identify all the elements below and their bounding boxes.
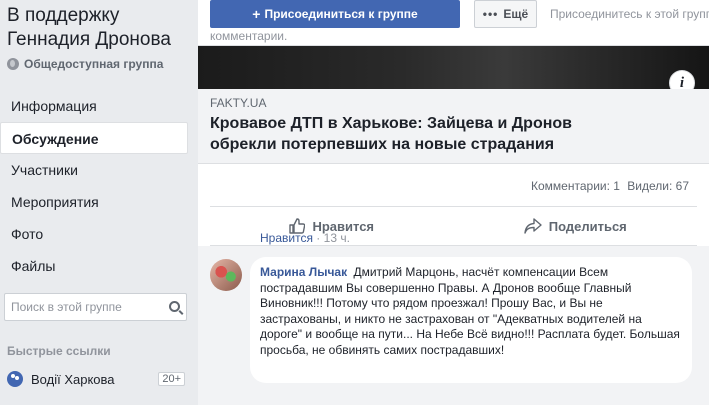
comments-count[interactable]: Комментарии: 1	[531, 179, 620, 193]
more-dots-icon: •••	[482, 7, 499, 21]
more-button[interactable]: ••• Ещё	[474, 0, 537, 28]
nav-item-members[interactable]: Участники	[0, 154, 188, 186]
join-group-button[interactable]: + Присоединиться к группе	[210, 0, 460, 28]
quick-link-label: Водії Харкова	[31, 371, 115, 387]
globe-icon	[7, 58, 19, 70]
join-group-label: Присоединиться к группе	[264, 7, 418, 21]
nav-item-photos[interactable]: Фото	[0, 218, 188, 250]
group-title[interactable]: В поддержку Геннадия Дронова	[7, 4, 197, 52]
group-search-input[interactable]	[11, 300, 161, 314]
plus-icon: +	[252, 6, 261, 22]
quick-link-item[interactable]: Водії Харкова 20+	[7, 369, 185, 389]
post-card: i FAKTY.UA Кровавое ДТП в Харькове: Зайц…	[198, 45, 709, 405]
quick-links-title: Быстрые ссылки	[7, 344, 111, 358]
comment-meta: Нравится · 13 ч.	[260, 231, 350, 245]
avatar[interactable]	[210, 259, 242, 291]
share-arrow-icon	[524, 218, 542, 234]
comment-time[interactable]: 13 ч.	[324, 231, 350, 245]
group-search	[4, 293, 187, 321]
share-label: Поделиться	[548, 218, 627, 234]
comment-like-link[interactable]: Нравится	[260, 231, 313, 245]
quick-link-badge: 20+	[158, 372, 185, 386]
group-icon	[7, 371, 23, 387]
group-privacy-label: Общедоступная группа	[24, 57, 164, 71]
more-label: Ещё	[503, 7, 529, 21]
views-count[interactable]: Видели: 67	[627, 179, 689, 193]
comment-author[interactable]: Марина Лычак	[260, 265, 347, 279]
nav-item-files[interactable]: Файлы	[0, 250, 188, 282]
group-nav: Информация Обсуждение Участники Мероприя…	[0, 90, 188, 282]
comment-meta-separator: ·	[316, 231, 324, 245]
post-image[interactable]	[198, 46, 709, 89]
share-button[interactable]: Поделиться	[454, 207, 698, 245]
join-hint-comments: комментарии.	[210, 29, 288, 43]
nav-item-discussion[interactable]: Обсуждение	[0, 122, 188, 154]
group-header-actions: + Присоединиться к группе ••• Ещё Присое…	[198, 0, 709, 45]
nav-item-info[interactable]: Информация	[0, 90, 188, 122]
post-stats: Комментарии: 1 Видели: 67	[527, 179, 689, 193]
comments-section: Марина Лычак Дмитрий Марцонь, насчёт ком…	[198, 246, 709, 405]
link-title[interactable]: Кровавое ДТП в Харькове: Зайцева и Дроно…	[210, 113, 640, 155]
link-domain: FAKTY.UA	[210, 96, 267, 110]
search-icon[interactable]	[169, 301, 180, 312]
group-privacy: Общедоступная группа	[7, 57, 163, 71]
comment-bubble: Марина Лычак Дмитрий Марцонь, насчёт ком…	[250, 257, 692, 383]
left-sidebar: В поддержку Геннадия Дронова Общедоступн…	[0, 0, 198, 405]
main-column: + Присоединиться к группе ••• Ещё Присое…	[198, 0, 709, 405]
nav-item-events[interactable]: Мероприятия	[0, 186, 188, 218]
link-preview[interactable]: FAKTY.UA Кровавое ДТП в Харькове: Зайцев…	[198, 89, 709, 164]
join-hint-text: Присоединитесь к этой группе	[550, 7, 709, 21]
